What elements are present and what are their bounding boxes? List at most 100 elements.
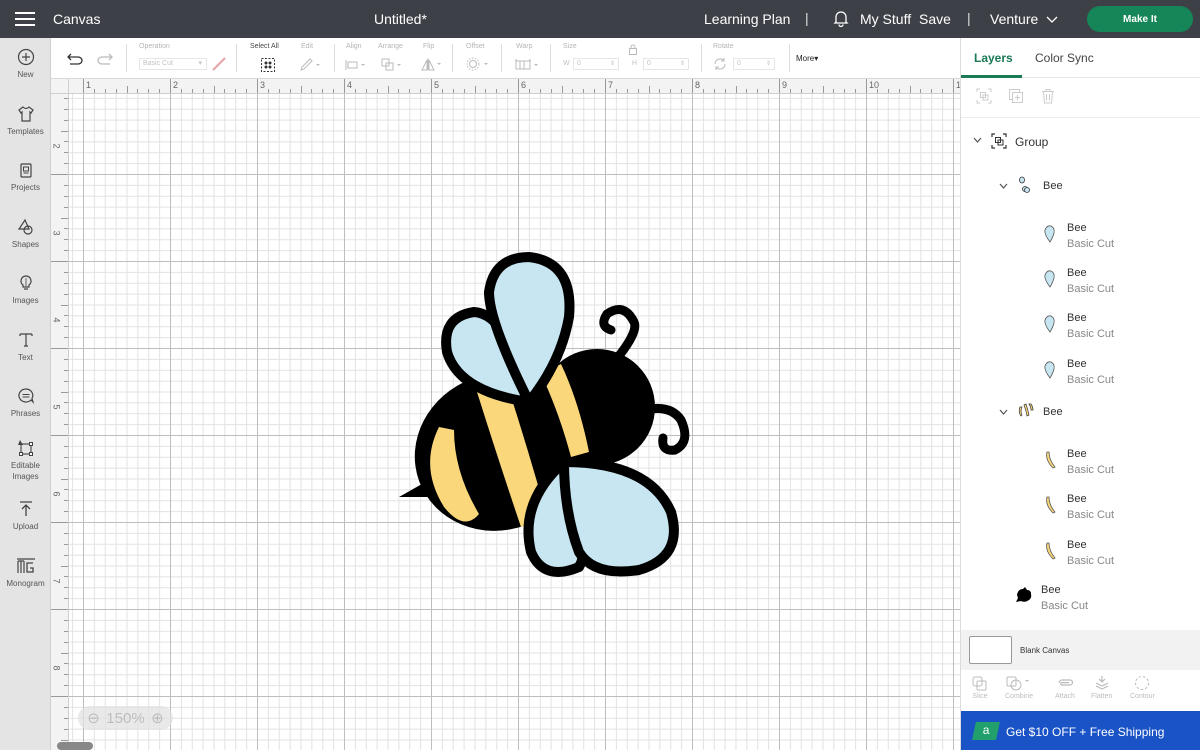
width-input[interactable]: 0 ⇕ (573, 58, 619, 70)
slice-button[interactable]: Slice (971, 675, 989, 700)
redo-icon[interactable] (97, 53, 113, 65)
ruler-tick (64, 467, 68, 469)
warp-icon[interactable] (514, 59, 542, 71)
layer-name: Bee (1043, 180, 1063, 192)
ruler-tick (64, 380, 68, 382)
pencil-icon[interactable] (299, 58, 321, 72)
left-sidebar: New Templates Projects Shapes Images Tex… (0, 38, 51, 750)
stepper-icon[interactable]: ⇕ (610, 59, 615, 69)
layer-subgroup-row[interactable]: Bee (961, 173, 1200, 209)
ruler-tick (583, 89, 585, 93)
tab-color-sync[interactable]: Color Sync (1035, 51, 1094, 65)
layer-subgroup-row[interactable]: Bee (961, 399, 1200, 435)
layer-row[interactable]: Bee Basic Cut (961, 218, 1200, 254)
attach-button[interactable]: Attach (1055, 675, 1075, 700)
plus-circle-icon (17, 48, 34, 66)
ruler-tick (615, 89, 617, 93)
sidebar-item-new[interactable]: New (0, 48, 51, 80)
layer-row[interactable]: Bee Basic Cut (961, 489, 1200, 525)
layer-row[interactable]: Bee Basic Cut (961, 263, 1200, 299)
horizontal-scrollbar[interactable] (57, 742, 93, 750)
contour-button[interactable]: Contour (1130, 675, 1155, 700)
blank-canvas-swatch[interactable] (969, 636, 1012, 664)
group-icon[interactable] (976, 88, 992, 104)
make-it-button[interactable]: Make It (1087, 6, 1193, 32)
hamburger-menu-icon[interactable] (15, 12, 35, 26)
layer-name: Bee (1041, 584, 1061, 596)
sidebar-item-label: Images (12, 296, 39, 305)
ruler-tick (474, 86, 476, 93)
layer-row[interactable]: Bee Basic Cut (961, 308, 1200, 344)
wing-shape-icon (1043, 269, 1057, 294)
ruler-tick (463, 89, 465, 93)
sidebar-item-phrases[interactable]: Phrases (0, 387, 51, 419)
ruler-tick (431, 79, 432, 93)
operation-select[interactable]: Basic Cut ▾ (139, 58, 207, 70)
layer-row[interactable]: Bee Basic Cut (961, 535, 1200, 571)
blank-canvas-row[interactable]: Blank Canvas (961, 630, 1200, 670)
sidebar-item-templates[interactable]: Templates (0, 105, 51, 137)
machine-selector[interactable]: Venture (990, 11, 1058, 27)
rotate-icon[interactable] (713, 57, 727, 71)
rotate-input[interactable]: 0 ⇕ (733, 58, 775, 70)
stepper-icon[interactable]: ⇕ (766, 59, 771, 69)
document-title[interactable]: Untitled* (374, 11, 427, 27)
sidebar-item-projects[interactable]: Projects (0, 161, 51, 193)
more-menu-button[interactable]: More▾ (796, 54, 818, 63)
operation-control: Operation (139, 43, 170, 50)
align-icon[interactable] (344, 59, 368, 71)
ruler-tick (278, 89, 280, 93)
duplicate-icon[interactable] (1008, 88, 1024, 104)
stepper-icon[interactable]: ⇕ (680, 59, 685, 69)
ruler-tick (213, 86, 215, 93)
ruler-tick (126, 86, 128, 93)
select-all-control[interactable]: Select All (250, 43, 279, 50)
sidebar-item-text[interactable]: Text (0, 331, 51, 363)
layer-group-row[interactable]: Group (961, 128, 1200, 156)
sidebar-item-images[interactable]: Images (0, 274, 51, 306)
ruler-tick (354, 89, 356, 93)
learning-plan-link[interactable]: Learning Plan (704, 11, 790, 27)
layer-row[interactable]: Bee Basic Cut (961, 580, 1200, 616)
select-all-icon[interactable] (260, 57, 276, 73)
height-input[interactable]: 0 ⇕ (643, 58, 689, 70)
save-button[interactable]: Save (919, 11, 951, 27)
ruler-tick (800, 89, 802, 93)
design-canvas[interactable]: 1234567891011 2345678 ⊖ (51, 79, 960, 750)
chevron-down-icon[interactable] (999, 183, 1008, 189)
lock-icon[interactable] (628, 44, 638, 55)
bee-wing[interactable] (559, 457, 679, 577)
zoom-in-icon[interactable]: ⊕ (151, 709, 164, 727)
my-stuff-link[interactable]: My Stuff (860, 11, 911, 27)
sidebar-item-monogram[interactable]: Monogram (0, 557, 51, 589)
chevron-down-icon[interactable] (973, 137, 982, 143)
flatten-icon (1095, 676, 1108, 690)
layer-name: Bee (1043, 406, 1063, 418)
layer-row[interactable]: Bee Basic Cut (961, 354, 1200, 390)
zoom-out-icon[interactable]: ⊖ (87, 709, 100, 727)
rotate-control: Rotate (713, 43, 734, 50)
flip-icon[interactable] (421, 57, 445, 71)
tab-layers[interactable]: Layers (974, 51, 1013, 65)
offset-icon[interactable] (466, 57, 492, 71)
sidebar-item-editable-images[interactable]: Editable Images (0, 439, 51, 482)
layer-row[interactable]: Bee Basic Cut (961, 444, 1200, 480)
bee-design[interactable] (399, 252, 709, 582)
bell-icon[interactable] (833, 10, 849, 30)
sidebar-item-upload[interactable]: Upload (0, 500, 51, 532)
ruler-tick (64, 184, 68, 186)
combine-button[interactable]: Combine (1005, 675, 1033, 700)
ruler-tick (51, 609, 68, 610)
ruler-tick (224, 89, 226, 93)
undo-icon[interactable] (67, 53, 83, 65)
promo-banner[interactable]: a Get $10 OFF + Free Shipping (961, 711, 1200, 750)
sidebar-item-label: Editable Images (11, 461, 40, 481)
trash-icon[interactable] (1040, 88, 1056, 104)
arrange-icon[interactable] (381, 58, 405, 71)
layers-panel: Layers Color Sync Group Bee Bee Basic Cut B… (960, 38, 1200, 750)
color-swatch-icon[interactable] (212, 57, 226, 71)
flatten-button[interactable]: Flatten (1091, 675, 1112, 700)
sidebar-item-shapes[interactable]: Shapes (0, 218, 51, 250)
chevron-down-icon[interactable] (999, 409, 1008, 415)
canvas-grid[interactable] (69, 94, 960, 750)
